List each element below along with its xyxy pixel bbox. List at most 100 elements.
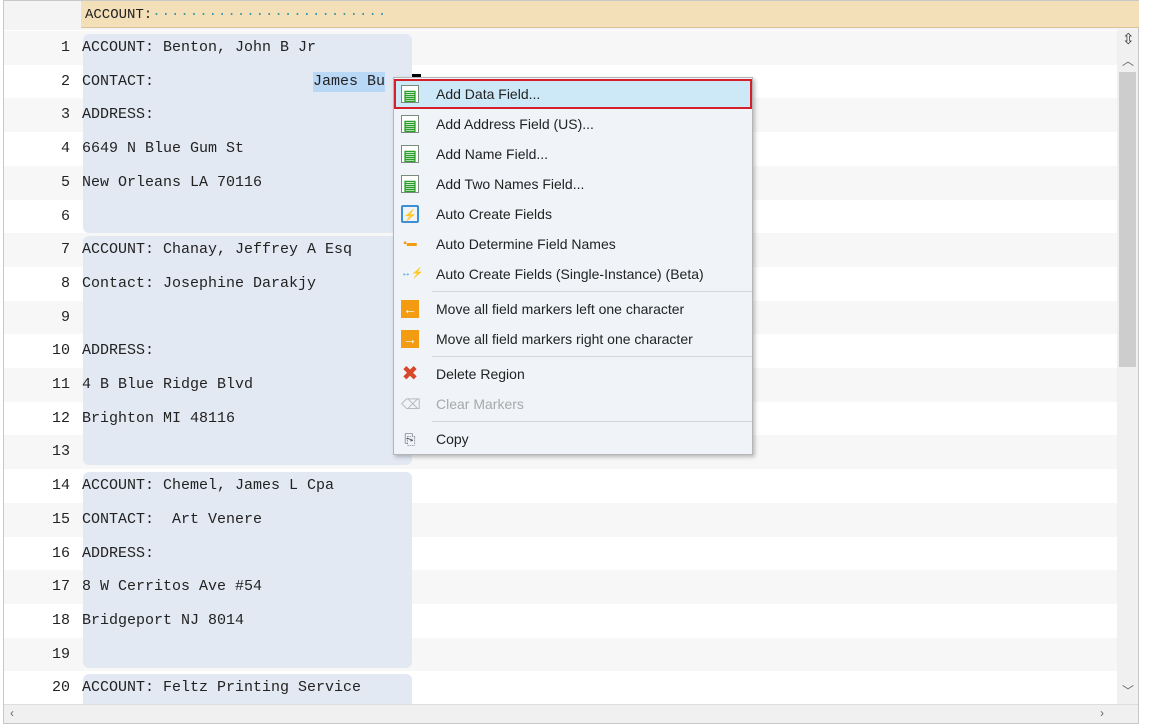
add-field-icon: ▤ bbox=[401, 175, 419, 193]
line-number: 16 bbox=[51, 544, 70, 562]
menu-item-move-all-field-markers-right-one-character[interactable]: → Move all field markers right one charac… bbox=[394, 324, 752, 354]
eraser-icon: ⌫ bbox=[401, 396, 421, 412]
line-number: 1 bbox=[60, 39, 70, 56]
line-text: Bridgeport NJ 8014 bbox=[82, 611, 245, 629]
text-line: 15 CONTACT: Art Venere bbox=[4, 503, 424, 537]
text-line: 20 ACCOUNT: Feltz Printing Service bbox=[4, 671, 424, 704]
text-line: 16 ADDRESS: bbox=[4, 537, 424, 571]
horizontal-scrollbar[interactable]: ‹ › bbox=[4, 704, 1138, 723]
line-text: ACCOUNT: Chanay, Jeffrey A Esq bbox=[82, 241, 353, 259]
line-text: ADDRESS: bbox=[82, 342, 155, 360]
line-text: New Orleans LA 70116 bbox=[82, 173, 263, 191]
menu-separator bbox=[432, 356, 752, 357]
line-number: 3 bbox=[60, 106, 70, 124]
menu-separator bbox=[432, 291, 752, 292]
add-field-icon: ▤ bbox=[401, 85, 419, 103]
text-line: 17 8 W Cerritos Ave #54 bbox=[4, 570, 424, 604]
split-icon[interactable]: ⇳ bbox=[1122, 30, 1135, 48]
menu-item-add-name-field[interactable]: ▤ Add Name Field... bbox=[394, 139, 752, 169]
line-number: 9 bbox=[60, 308, 70, 326]
header-dots: ························· bbox=[152, 7, 388, 23]
line-text: ADDRESS: bbox=[82, 544, 155, 562]
menu-item-add-data-field[interactable]: ▤ Add Data Field... bbox=[394, 79, 752, 109]
text-line: 12 Brighton MI 48116 bbox=[4, 402, 424, 436]
scroll-right-arrow[interactable]: › bbox=[1100, 706, 1104, 720]
menu-item-move-all-field-markers-left-one-character[interactable]: ← Move all field markers left one charact… bbox=[394, 294, 752, 324]
menu-item-add-address-field-us[interactable]: ▤ Add Address Field (US)... bbox=[394, 109, 752, 139]
line-text: ACCOUNT: Feltz Printing Service bbox=[82, 679, 362, 697]
line-text: ACCOUNT: Benton, John B Jr bbox=[82, 39, 317, 56]
line-number: 4 bbox=[60, 140, 70, 158]
menu-item-label: Add Name Field... bbox=[436, 146, 549, 162]
scroll-up-arrow[interactable]: ︿ bbox=[1122, 52, 1134, 69]
text-line: 6 bbox=[4, 200, 424, 234]
line-number: 10 bbox=[51, 342, 70, 360]
menu-item-copy[interactable]: ⎘ Copy bbox=[394, 424, 752, 454]
menu-item-label: Add Address Field (US)... bbox=[436, 116, 594, 132]
line-number: 12 bbox=[51, 409, 70, 427]
header-label: ACCOUNT: bbox=[85, 7, 153, 23]
line-text: 4 B Blue Ridge Blvd bbox=[82, 376, 254, 393]
auto-create-icon: ⚡ bbox=[401, 205, 419, 223]
scroll-left-arrow[interactable]: ‹ bbox=[10, 706, 14, 720]
line-number: 13 bbox=[51, 443, 70, 461]
line-text: CONTACT: Art Venere bbox=[82, 510, 263, 528]
menu-item-label: Add Two Names Field... bbox=[436, 176, 585, 192]
menu-item-delete-region[interactable]: ✖ Delete Region bbox=[394, 359, 752, 389]
vertical-scrollbar[interactable]: ⇳ ︿ ﹀ bbox=[1117, 30, 1138, 704]
text-line: 14 ACCOUNT: Chemel, James L Cpa bbox=[4, 469, 424, 503]
menu-item-auto-create-fields-single-instance-beta[interactable]: ↔⚡ Auto Create Fields (Single-Instance) (… bbox=[394, 259, 752, 289]
line-number: 17 bbox=[51, 578, 70, 596]
text-line: 9 bbox=[4, 301, 424, 335]
menu-item-label: Move all field markers left one characte… bbox=[436, 301, 685, 317]
menu-item-label: Auto Create Fields bbox=[436, 206, 552, 222]
copy-icon: ⎘ bbox=[404, 431, 416, 447]
menu-item-clear-markers: ⌫ Clear Markers bbox=[394, 389, 752, 419]
menu-item-label: Auto Determine Field Names bbox=[436, 236, 616, 252]
line-text: Brighton MI 48116 bbox=[82, 409, 236, 427]
context-menu: ▤ Add Data Field... ▤ Add Address Field (US… bbox=[393, 77, 753, 455]
line-number: 5 bbox=[60, 173, 70, 191]
text-line: 18 Bridgeport NJ 8014 bbox=[4, 604, 424, 638]
add-field-icon: ▤ bbox=[401, 115, 419, 133]
line-number: 11 bbox=[51, 376, 70, 393]
text-line: 19 bbox=[4, 638, 424, 672]
text-line: 3 ADDRESS: bbox=[4, 98, 424, 132]
menu-item-auto-determine-field-names[interactable]: ▪▬ Auto Determine Field Names bbox=[394, 229, 752, 259]
menu-item-label: Copy bbox=[436, 431, 469, 447]
auto-create-single-icon: ↔⚡ bbox=[401, 268, 424, 279]
line-number: 6 bbox=[60, 207, 70, 225]
line-text: 6649 N Blue Gum St bbox=[82, 140, 245, 158]
selected-text[interactable]: James Bu bbox=[313, 71, 386, 92]
line-number: 18 bbox=[51, 611, 70, 629]
line-text: Contact: Josephine Darakjy bbox=[82, 274, 317, 292]
field-header: ACCOUNT:························· bbox=[81, 1, 1139, 28]
menu-item-label: Clear Markers bbox=[436, 396, 524, 412]
text-line: 8 Contact: Josephine Darakjy bbox=[4, 267, 424, 301]
menu-item-add-two-names-field[interactable]: ▤ Add Two Names Field... bbox=[394, 169, 752, 199]
scroll-down-arrow[interactable]: ﹀ bbox=[1122, 682, 1134, 699]
menu-item-label: Delete Region bbox=[436, 366, 525, 382]
text-line: 5 New Orleans LA 70116 bbox=[4, 166, 424, 200]
line-text: CONTACT: bbox=[82, 72, 155, 90]
line-number: 15 bbox=[51, 510, 70, 528]
menu-item-label: Move all field markers right one charact… bbox=[436, 331, 693, 347]
menu-separator bbox=[432, 421, 752, 422]
delete-icon: ✖ bbox=[401, 363, 419, 385]
line-number: 7 bbox=[60, 241, 70, 259]
line-number: 8 bbox=[60, 274, 70, 292]
move-right-icon: → bbox=[401, 330, 419, 348]
line-number: 14 bbox=[51, 477, 70, 495]
line-number: 19 bbox=[51, 645, 70, 663]
line-text: ACCOUNT: Chemel, James L Cpa bbox=[82, 477, 335, 495]
text-line: 1 ACCOUNT: Benton, John B Jr bbox=[4, 31, 424, 65]
text-line: 13 bbox=[4, 435, 424, 469]
menu-item-auto-create-fields[interactable]: ⚡ Auto Create Fields bbox=[394, 199, 752, 229]
line-number: 2 bbox=[60, 72, 70, 90]
menu-item-label: Add Data Field... bbox=[436, 86, 541, 102]
move-left-icon: ← bbox=[401, 300, 419, 318]
text-line: 11 4 B Blue Ridge Blvd bbox=[4, 368, 424, 402]
line-number: 20 bbox=[51, 679, 70, 697]
scroll-thumb[interactable] bbox=[1119, 72, 1136, 367]
text-line: 4 6649 N Blue Gum St bbox=[4, 132, 424, 166]
